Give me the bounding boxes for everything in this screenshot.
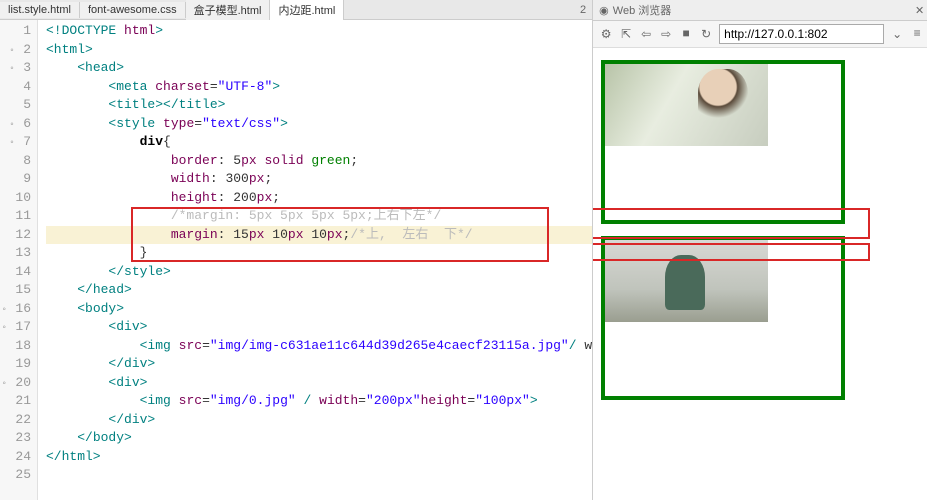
tab-label: 盒子模型.html <box>194 2 262 18</box>
reload-icon[interactable]: ↻ <box>699 27 713 41</box>
line-number: 10 <box>0 189 31 208</box>
tab-box-model[interactable]: 盒子模型.html <box>186 0 271 20</box>
line-number: 21 <box>0 392 31 411</box>
menu-icon[interactable]: ≡ <box>910 27 924 41</box>
line-number: 8 <box>0 152 31 171</box>
editor-tabs: list.style.html font-awesome.css 盒子模型.ht… <box>0 0 592 20</box>
line-number: 18 <box>0 337 31 356</box>
rendered-image-2 <box>605 240 768 322</box>
num: 200 <box>233 190 256 205</box>
line-number: 4 <box>0 78 31 97</box>
line-number: 19 <box>0 355 31 374</box>
url-dropdown-icon[interactable]: ⌄ <box>890 27 904 42</box>
tab-label: font-awesome.css <box>88 4 177 16</box>
num: 10 <box>311 227 327 242</box>
browser-pane: ◉ Web 浏览器 ✕ ⚙ ⇱ ⇦ ⇨ ■ ↻ ⌄ ≡ <box>593 0 927 500</box>
brace-close: } <box>140 245 148 260</box>
tab-padding[interactable]: 内边距.html <box>270 0 344 20</box>
width-val: "200px" <box>366 393 421 408</box>
forward-icon[interactable]: ⇨ <box>659 27 673 41</box>
line-number: 12 <box>0 226 31 245</box>
rendered-div-2 <box>601 236 845 400</box>
code-content[interactable]: <!DOCTYPE html> <html> <head> <meta char… <box>38 20 592 500</box>
line-number: 22 <box>0 411 31 430</box>
css-comment: /*margin: 5px 5px 5px 5px;上右下左*/ <box>171 208 441 223</box>
rendered-image-1 <box>605 64 768 146</box>
line-number: 25 <box>0 466 31 485</box>
line-number: 6 <box>0 115 31 134</box>
editor-pane: list.style.html font-awesome.css 盒子模型.ht… <box>0 0 593 500</box>
num: 300 <box>225 171 248 186</box>
css-selector: div <box>140 134 163 149</box>
tab-list-style[interactable]: list.style.html <box>0 2 80 18</box>
line-number: 3 <box>0 59 31 78</box>
tab-pager[interactable]: 2 <box>574 4 592 16</box>
back-icon[interactable]: ⇦ <box>639 27 653 41</box>
tab-font-awesome[interactable]: font-awesome.css <box>80 2 186 18</box>
css-comment: /*上, 左右 下*/ <box>350 227 472 242</box>
browser-title-bar: ◉ Web 浏览器 ✕ <box>593 0 927 21</box>
browser-title-text: Web 浏览器 <box>613 2 671 18</box>
unit: px <box>249 227 265 242</box>
num: 15 <box>233 227 249 242</box>
line-number-gutter: 1 2 3 4 5 6 7 8 9 10 11 12 13 14 15 16 1… <box>0 20 38 500</box>
num: 10 <box>272 227 288 242</box>
unit: px <box>288 227 304 242</box>
gear-icon[interactable]: ⚙ <box>599 27 613 41</box>
url-input[interactable] <box>719 24 884 44</box>
brace: { <box>163 134 171 149</box>
style-type-value: "text/css" <box>202 116 280 131</box>
line-number: 14 <box>0 263 31 282</box>
line-number: 17 <box>0 318 31 337</box>
line-number: 13 <box>0 244 31 263</box>
line-number: 23 <box>0 429 31 448</box>
line-number: 16 <box>0 300 31 319</box>
line-number: 24 <box>0 448 31 467</box>
charset-value: "UTF-8" <box>218 79 273 94</box>
code-area: 1 2 3 4 5 6 7 8 9 10 11 12 13 14 15 16 1… <box>0 20 592 500</box>
css-prop-width: width <box>171 171 210 186</box>
slash: / <box>304 393 312 408</box>
css-prop-border: border <box>171 153 218 168</box>
tab-label: 内边距.html <box>278 2 335 18</box>
css-prop-height: height <box>171 190 218 205</box>
line-number: 2 <box>0 41 31 60</box>
unit: px <box>257 190 273 205</box>
unit: px <box>249 171 265 186</box>
color-green: green <box>311 153 350 168</box>
kw: solid <box>264 153 303 168</box>
browser-toolbar: ⚙ ⇱ ⇦ ⇨ ■ ↻ ⌄ ≡ <box>593 21 927 48</box>
line-number: 5 <box>0 96 31 115</box>
stop-icon[interactable]: ■ <box>679 27 693 41</box>
tab-label: list.style.html <box>8 4 71 16</box>
line-number: 1 <box>0 22 31 41</box>
height-val: "100px" <box>475 393 530 408</box>
slash: / <box>569 338 577 353</box>
close-icon[interactable]: ✕ <box>915 4 924 17</box>
line-number: 20 <box>0 374 31 393</box>
line-number: 11 <box>0 207 31 226</box>
rendered-div-1 <box>601 60 845 224</box>
external-icon[interactable]: ⇱ <box>619 27 633 41</box>
img-src-1: "img/img-c631ae11c644d39d265e4caecf23115… <box>210 338 569 353</box>
line-number: 15 <box>0 281 31 300</box>
css-prop-margin: margin <box>171 227 218 242</box>
truncated: w <box>577 338 593 353</box>
line-number: 7 <box>0 133 31 152</box>
num: 5 <box>233 153 241 168</box>
unit: px <box>241 153 257 168</box>
globe-icon: ◉ <box>599 4 609 17</box>
unit: px <box>327 227 343 242</box>
img-src-2: "img/0.jpg" <box>210 393 296 408</box>
browser-viewport <box>593 48 927 500</box>
line-number: 9 <box>0 170 31 189</box>
